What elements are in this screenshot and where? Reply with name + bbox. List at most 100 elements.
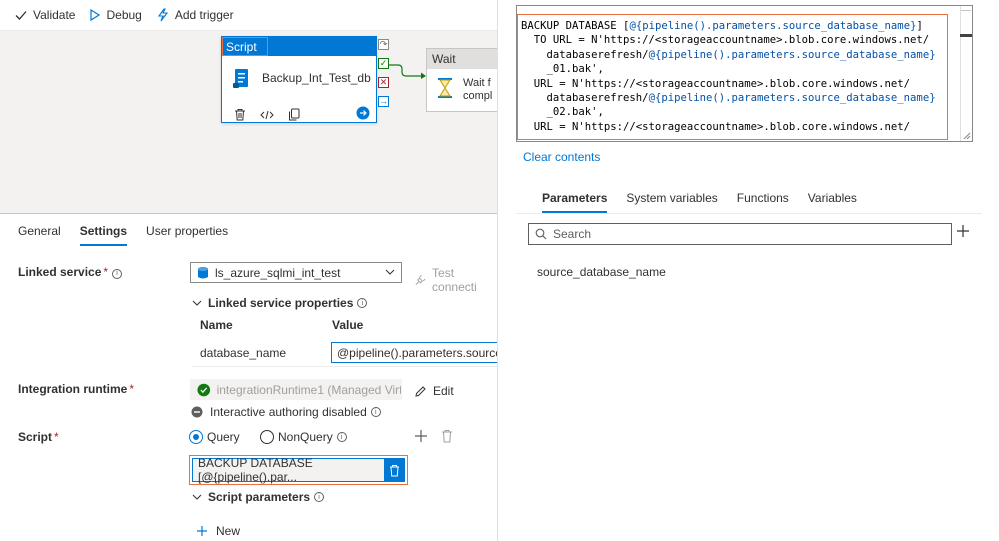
script-parameters-header[interactable]: Script parameters i (192, 490, 325, 504)
linked-service-properties-label: Linked service properties (208, 296, 354, 310)
tabs-divider (516, 213, 982, 214)
code-text: URL = N'https://<storageaccountname>.blo… (521, 77, 911, 90)
script-node-body: Backup_Int_Test_db (222, 56, 376, 89)
debug-button[interactable]: Debug (89, 8, 142, 22)
arrow-right-icon[interactable] (356, 106, 370, 123)
hourglass-icon (438, 78, 452, 98)
info-icon[interactable]: i (370, 407, 381, 417)
lightning-icon (157, 8, 168, 22)
code-line: _01.bak', (521, 62, 936, 76)
validate-button[interactable]: Validate (14, 8, 75, 22)
info-icon[interactable]: i (357, 298, 368, 308)
wait-activity-node[interactable]: Wait Wait f compl (426, 48, 497, 112)
search-icon (535, 228, 547, 240)
code-text: ] (916, 20, 923, 32)
list-item[interactable]: source_database_name (537, 265, 666, 279)
delete-icon[interactable] (234, 108, 246, 121)
nonquery-radio[interactable]: NonQuery i (260, 430, 347, 444)
delete-icon[interactable] (384, 459, 404, 481)
code-line: BACKUP DATABASE [@{pipeline().parameters… (521, 19, 936, 33)
wait-node-text-1: Wait f (463, 77, 491, 89)
clear-contents-link[interactable]: Clear contents (523, 150, 600, 164)
edit-runtime-button[interactable]: Edit (414, 384, 454, 398)
nonquery-label: NonQuery (278, 430, 333, 444)
wait-node-type: Wait (432, 52, 456, 66)
script-label: Script * (18, 430, 59, 444)
code-line: databaserefresh/@{pipeline().parameters.… (521, 48, 936, 62)
property-name: database_name (200, 346, 287, 360)
code-text: _01.bak', (521, 63, 604, 76)
expression-code: BACKUP DATABASE [@{pipeline().parameters… (521, 19, 936, 134)
column-header-value: Value (332, 318, 364, 332)
add-trigger-button[interactable]: Add trigger (156, 8, 234, 22)
code-line: URL = N'https://<storageaccountname>.blo… (521, 120, 936, 134)
code-parameter: @{pipeline().parameters.source_database_… (648, 92, 936, 105)
chevron-down-icon (385, 269, 395, 275)
tab-settings[interactable]: Settings (79, 224, 128, 246)
tab-variables[interactable]: Variables (808, 191, 857, 213)
test-connection-button[interactable]: Test connecti (414, 266, 497, 294)
code-text: BACKUP DATABASE [ (521, 20, 630, 32)
validate-label: Validate (33, 8, 76, 22)
script-icon (233, 69, 248, 88)
info-icon[interactable]: i (336, 432, 347, 442)
linked-service-select[interactable]: ls_azure_sqlmi_int_test (190, 262, 402, 283)
integration-runtime-select[interactable]: integrationRuntime1 (Managed Virtu (190, 379, 402, 400)
code-icon[interactable] (260, 109, 274, 121)
search-input[interactable]: Search (528, 223, 952, 245)
pipeline-toolbar: Validate Debug Add trigger (0, 0, 497, 31)
skip-handle-icon[interactable]: ↷ (378, 39, 389, 50)
delete-icon[interactable] (441, 429, 453, 443)
info-icon[interactable]: i (112, 268, 123, 279)
linked-service-value: ls_azure_sqlmi_int_test (215, 265, 341, 280)
properties-tabs: General Settings User properties (18, 224, 247, 246)
canvas-divider (0, 213, 497, 214)
new-parameter-button[interactable]: New (196, 524, 240, 538)
interactive-authoring-note: Interactive authoring disabled i (191, 405, 381, 419)
completion-handle-icon[interactable]: → (378, 96, 389, 107)
code-line: _02.bak', (521, 105, 936, 119)
success-connector-icon (388, 64, 426, 79)
code-text: databaserefresh/ (521, 48, 649, 61)
column-header-name: Name (200, 318, 233, 332)
scrollbar-thumb[interactable] (960, 34, 972, 37)
query-radio[interactable]: Query (189, 430, 240, 444)
linked-service-properties-header[interactable]: Linked service properties i (192, 296, 368, 310)
script-activity-node[interactable]: Script Backup_Int_Test_db (221, 36, 377, 123)
tab-parameters[interactable]: Parameters (542, 191, 608, 213)
info-icon[interactable]: i (314, 492, 325, 502)
add-icon[interactable] (414, 429, 428, 443)
chevron-down-icon (192, 300, 202, 306)
tab-system-variables[interactable]: System variables (626, 191, 717, 213)
scrollbar[interactable] (960, 6, 972, 141)
header-selection-outline (222, 37, 268, 56)
property-value-input[interactable]: @pipeline().parameters.source_da (331, 342, 497, 363)
resize-handle-icon[interactable] (963, 132, 971, 140)
script-node-name: Backup_Int_Test_db (262, 71, 371, 85)
code-line: URL = N'https://<storageaccountname>.blo… (521, 77, 936, 91)
add-icon[interactable] (956, 224, 970, 238)
integration-runtime-label: Integration runtime * (18, 382, 134, 396)
required-marker: * (103, 265, 109, 279)
search-placeholder: Search (553, 227, 592, 241)
radio-unselected-icon (260, 430, 274, 444)
script-input[interactable]: BACKUP DATABASE [@{pipeline().par... (192, 456, 405, 484)
pipeline-canvas[interactable]: Script Backup_Int_Test_db ↷ ✓ ✕ → Wait W… (0, 31, 497, 213)
sql-database-icon (198, 266, 208, 278)
code-parameter: @{pipeline().parameters.source_database_… (629, 20, 917, 32)
expression-editor[interactable]: BACKUP DATABASE [@{pipeline().parameters… (516, 5, 973, 142)
script-label-text: Script (18, 430, 53, 444)
new-label: New (216, 524, 241, 538)
wait-node-header: Wait (427, 49, 497, 69)
tab-functions[interactable]: Functions (737, 191, 789, 213)
code-text: URL = N'https://<storageaccountname>.blo… (521, 120, 911, 133)
tab-user-properties[interactable]: User properties (146, 224, 228, 246)
expression-builder-panel: BACKUP DATABASE [@{pipeline().parameters… (497, 0, 999, 541)
copy-icon[interactable] (288, 108, 300, 121)
tab-general[interactable]: General (18, 224, 61, 246)
code-text: databaserefresh/ (521, 92, 649, 105)
script-node-header: Script (222, 37, 376, 56)
script-field-highlight: BACKUP DATABASE [@{pipeline().par... (189, 455, 408, 485)
plug-icon (415, 274, 426, 285)
expression-tabs: Parameters System variables Functions Va… (542, 191, 876, 213)
